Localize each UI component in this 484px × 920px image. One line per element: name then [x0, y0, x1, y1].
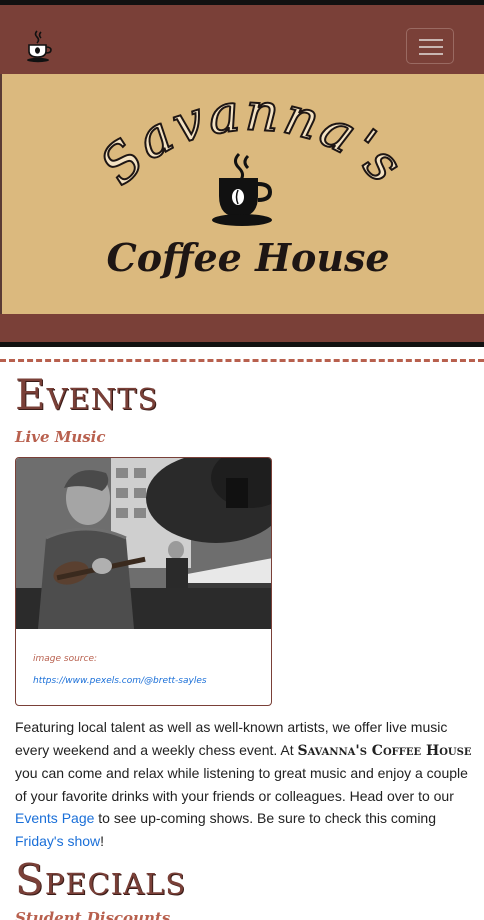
hero-logo: Savanna's Coffee House: [88, 81, 413, 280]
hero-border: [0, 342, 484, 347]
live-music-subheading: Live Music: [15, 428, 106, 446]
navbar: [0, 5, 484, 74]
hero-banner: Savanna's Coffee House: [0, 74, 484, 314]
navbar-toggler-button[interactable]: [406, 28, 454, 64]
description-text-2: you can come and relax while listening t…: [15, 765, 468, 804]
section-divider: [0, 359, 484, 362]
hero-subtitle: Coffee House: [106, 235, 389, 280]
brand-name-text: Savanna's Coffee House: [297, 742, 472, 759]
hamburger-menu-icon-bar: [419, 53, 443, 55]
image-source-link[interactable]: https://www.pexels.com/@brett-sayles: [33, 676, 207, 686]
specials-heading: Specials: [15, 855, 187, 904]
events-page-link[interactable]: Events Page: [15, 810, 94, 826]
brand-logo-link[interactable]: [26, 29, 52, 65]
coffee-cup-icon: [212, 152, 273, 226]
description-text-3: to see up-coming shows. Be sure to check…: [94, 810, 436, 826]
page: Savanna's Coffee House Events Live Music: [0, 0, 484, 920]
hamburger-menu-icon: [419, 39, 443, 41]
coffee-cup-icon: [27, 30, 52, 63]
live-music-photo: [16, 458, 271, 629]
hero-bottom-band: [0, 314, 484, 342]
fridays-show-link[interactable]: Friday's show: [15, 833, 100, 849]
image-source-label: image source:: [33, 654, 98, 664]
live-music-card: image source: https://www.pexels.com/@br…: [15, 457, 272, 706]
student-discounts-subheading: Student Discounts: [15, 909, 171, 920]
description-text-4: !: [100, 832, 105, 849]
events-heading: Events: [15, 370, 159, 419]
hamburger-menu-icon-bar: [419, 46, 443, 48]
live-music-description: Featuring local talent as well as well-k…: [15, 716, 475, 852]
